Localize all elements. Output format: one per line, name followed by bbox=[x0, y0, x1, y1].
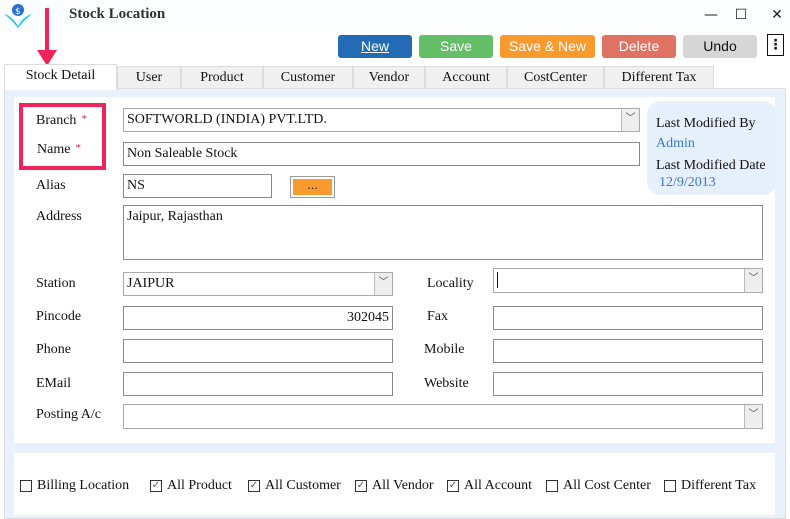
alias-browse-button[interactable]: ... bbox=[290, 176, 335, 198]
tab-user[interactable]: User bbox=[117, 66, 181, 89]
phone-input[interactable] bbox=[123, 339, 393, 363]
modified-date-value: 12/9/2013 bbox=[659, 175, 716, 190]
undo-label: Undo bbox=[703, 38, 737, 54]
highlight-box bbox=[19, 103, 106, 170]
tab-vendor[interactable]: Vendor bbox=[353, 66, 425, 89]
delete-button[interactable]: Delete bbox=[602, 35, 676, 58]
delete-label: Delete bbox=[618, 38, 660, 54]
tab-stock-detail[interactable]: Stock Detail bbox=[4, 64, 117, 90]
text-cursor bbox=[497, 271, 498, 288]
posting-account-select[interactable]: ﹀ bbox=[123, 404, 763, 429]
modified-by-label: Last Modified By bbox=[656, 116, 756, 131]
station-select[interactable]: JAIPUR ﹀ bbox=[123, 272, 393, 296]
station-value: JAIPUR bbox=[127, 276, 175, 291]
checkbox-unchecked[interactable] bbox=[664, 480, 676, 492]
locality-select[interactable]: ﹀ bbox=[493, 268, 763, 293]
billing-location-checkbox[interactable]: Billing Location bbox=[20, 478, 129, 494]
website-label: Website bbox=[424, 376, 469, 391]
branch-select[interactable]: SOFTWORLD (INDIA) PVT.LTD. ﹀ bbox=[123, 108, 640, 132]
alias-label: Alias bbox=[36, 178, 66, 193]
checkbox-label: All Customer bbox=[265, 478, 341, 493]
maximize-icon[interactable]: ☐ bbox=[726, 4, 756, 26]
pincode-label: Pincode bbox=[36, 309, 82, 324]
checkbox-label: All Product bbox=[167, 478, 232, 493]
all-account-checkbox[interactable]: ✓ All Account bbox=[447, 478, 532, 494]
checkbox-label: Billing Location bbox=[37, 478, 130, 493]
name-input[interactable]: Non Saleable Stock bbox=[123, 142, 640, 166]
mobile-label: Mobile bbox=[424, 342, 465, 357]
locality-label: Locality bbox=[427, 276, 474, 291]
checkbox-checked-icon[interactable]: ✓ bbox=[150, 480, 162, 492]
window-title: Stock Location bbox=[69, 6, 166, 22]
checkbox-checked-icon[interactable]: ✓ bbox=[248, 480, 260, 492]
minimize-icon[interactable]: — bbox=[696, 4, 726, 26]
chevron-down-icon[interactable]: ﹀ bbox=[374, 273, 392, 295]
svg-text:$: $ bbox=[15, 7, 21, 17]
save-new-label: Save & New bbox=[508, 38, 587, 54]
new-label: New bbox=[360, 38, 389, 54]
email-input[interactable] bbox=[123, 372, 393, 396]
website-input[interactable] bbox=[493, 372, 763, 396]
app-logo-icon: $ bbox=[4, 4, 32, 28]
chevron-down-icon[interactable]: ﹀ bbox=[744, 405, 762, 428]
chevron-down-icon[interactable]: ﹀ bbox=[621, 109, 639, 131]
all-vendor-checkbox[interactable]: ✓ All Vendor bbox=[355, 478, 434, 494]
more-options-icon[interactable]: ⋮ bbox=[767, 34, 784, 56]
fax-label: Fax bbox=[427, 309, 448, 324]
checkbox-unchecked[interactable] bbox=[20, 480, 32, 492]
tab-customer[interactable]: Customer bbox=[263, 66, 353, 89]
modified-by-value: Admin bbox=[656, 136, 695, 151]
save-button[interactable]: Save bbox=[419, 35, 493, 58]
phone-label: Phone bbox=[36, 342, 71, 357]
branch-value: SOFTWORLD (INDIA) PVT.LTD. bbox=[127, 112, 327, 127]
mobile-input[interactable] bbox=[493, 339, 763, 363]
address-textarea[interactable]: Jaipur, Rajasthan bbox=[123, 205, 763, 260]
email-label: EMail bbox=[36, 376, 71, 391]
new-button[interactable]: New bbox=[338, 35, 412, 58]
tab-different-tax[interactable]: Different Tax bbox=[604, 66, 714, 89]
posting-label: Posting A/c bbox=[36, 407, 101, 422]
save-and-new-button[interactable]: Save & New bbox=[500, 35, 595, 58]
close-icon[interactable]: ✕ bbox=[762, 4, 790, 26]
tab-account[interactable]: Account bbox=[425, 66, 507, 89]
pincode-input[interactable]: 302045 bbox=[123, 306, 393, 330]
last-modified-info: Last Modified By Admin Last Modified Dat… bbox=[647, 101, 777, 195]
checkbox-label: All Cost Center bbox=[563, 478, 651, 493]
alias-browse-label: ... bbox=[293, 179, 332, 195]
save-label: Save bbox=[440, 38, 472, 54]
checkbox-label: All Vendor bbox=[372, 478, 434, 493]
checkbox-label: Different Tax bbox=[681, 478, 757, 493]
station-label: Station bbox=[36, 276, 76, 291]
different-tax-checkbox[interactable]: Different Tax bbox=[664, 478, 756, 494]
checkbox-checked-icon[interactable]: ✓ bbox=[355, 480, 367, 492]
alias-input[interactable]: NS bbox=[123, 174, 272, 198]
all-customer-checkbox[interactable]: ✓ All Customer bbox=[248, 478, 341, 494]
checkbox-unchecked[interactable] bbox=[546, 480, 558, 492]
checkbox-label: All Account bbox=[464, 478, 533, 493]
all-cost-center-checkbox[interactable]: All Cost Center bbox=[546, 478, 651, 494]
annotation-arrow-icon bbox=[37, 8, 57, 66]
undo-button[interactable]: Undo bbox=[683, 35, 757, 58]
modified-date-label: Last Modified Date bbox=[656, 158, 766, 173]
checkbox-checked-icon[interactable]: ✓ bbox=[447, 480, 459, 492]
chevron-down-icon[interactable]: ﹀ bbox=[744, 269, 762, 292]
tab-costcenter[interactable]: CostCenter bbox=[507, 66, 604, 89]
all-product-checkbox[interactable]: ✓ All Product bbox=[150, 478, 232, 494]
tab-product[interactable]: Product bbox=[181, 66, 263, 89]
address-label: Address bbox=[36, 209, 82, 224]
fax-input[interactable] bbox=[493, 306, 763, 330]
